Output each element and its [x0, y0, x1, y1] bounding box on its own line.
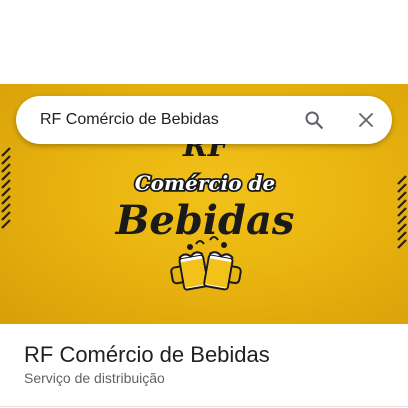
search-bar[interactable]: RF Comércio de Bebidas [16, 96, 392, 144]
search-input[interactable]: RF Comércio de Bebidas [40, 96, 219, 144]
close-icon [359, 113, 373, 127]
place-info-panel: RF Comércio de Bebidas Serviço de distri… [0, 324, 408, 408]
place-title: RF Comércio de Bebidas [24, 342, 270, 367]
search-icon [305, 111, 323, 129]
logo-line2-text: Bebidas [115, 197, 295, 244]
divider [0, 406, 408, 407]
place-category: Serviço de distribuição [24, 370, 165, 386]
clear-button[interactable] [350, 104, 382, 136]
right-stripes [397, 175, 407, 249]
search-button[interactable] [298, 104, 330, 136]
top-blank-area [0, 0, 408, 84]
logo-line1-text: Comércio de [135, 171, 275, 195]
left-stripes [1, 147, 11, 229]
beer-mugs-icon [170, 236, 242, 291]
